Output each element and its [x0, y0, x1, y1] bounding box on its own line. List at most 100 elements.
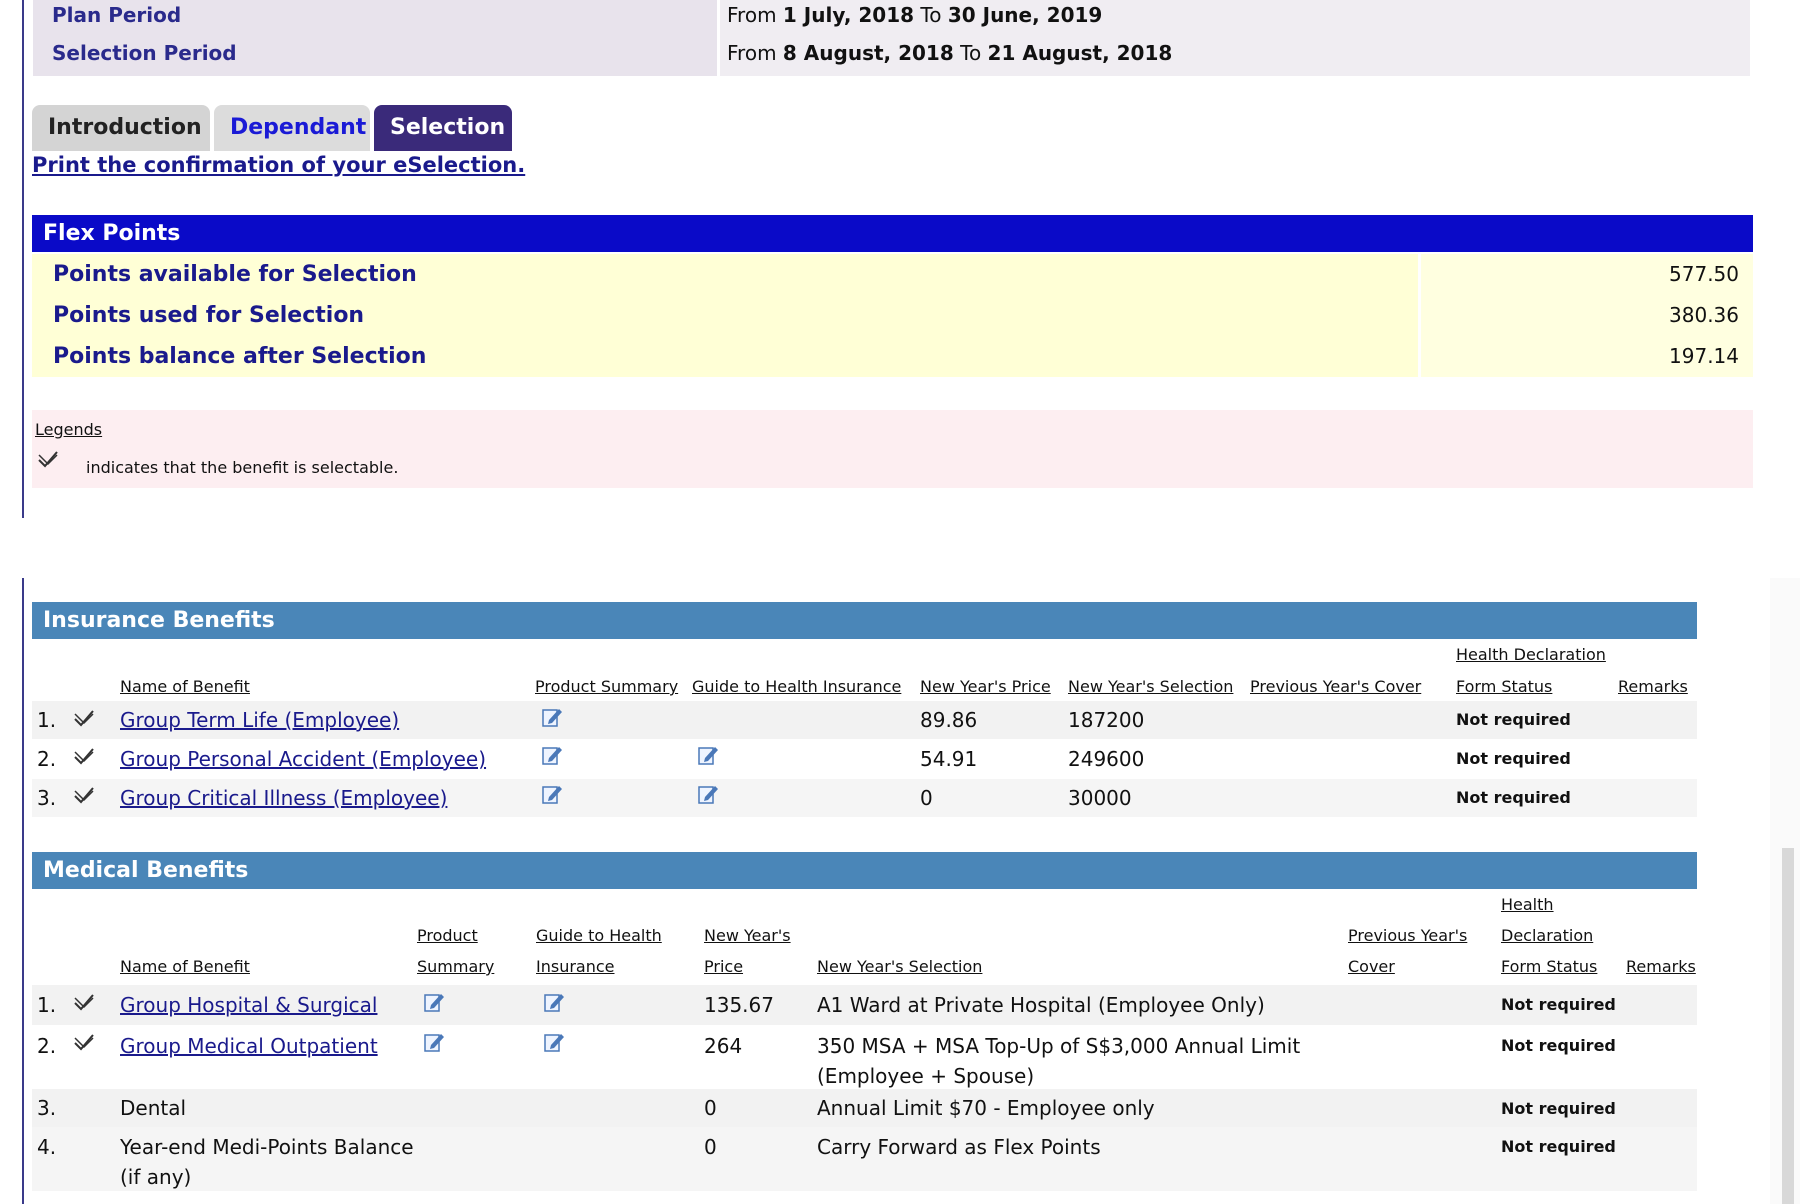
selection-period-value: From 8 August, 2018 To 21 August, 2018: [720, 38, 1750, 76]
selectable-icon: [74, 787, 94, 804]
health-guide-icon[interactable]: [696, 743, 720, 767]
legend-text: indicates that the benefit is selectable…: [86, 458, 399, 477]
med-col-health[interactable]: Health: [1501, 889, 1554, 920]
legend-box: Legends indicates that the benefit is se…: [32, 410, 1753, 488]
med-col-remarks[interactable]: Remarks: [1626, 951, 1696, 982]
selection-from: 8 August, 2018: [782, 41, 954, 65]
selectable-icon: [74, 748, 94, 765]
selection-cell-line-2: (Employee + Spouse): [817, 1064, 1035, 1088]
period-table: Plan Period From 1 July, 2018 To 30 June…: [33, 0, 1750, 76]
health-guide-icon[interactable]: [696, 782, 720, 806]
table-row: 3. Dental 0 Annual Limit $70 - Employee …: [32, 1089, 1697, 1127]
tab-bar: Introduction Dependant Selection: [32, 105, 516, 151]
ins-col-remarks[interactable]: Remarks: [1618, 671, 1688, 702]
ins-col-price[interactable]: New Year's Price: [920, 671, 1051, 702]
selection-to: 21 August, 2018: [987, 41, 1173, 65]
benefit-link[interactable]: Group Medical Outpatient: [120, 1031, 378, 1061]
row-number: 1.: [37, 708, 57, 732]
status-cell: Not required: [1501, 995, 1616, 1014]
ins-col-guide[interactable]: Guide to Health Insurance: [692, 671, 901, 702]
table-row: 1. Group Hospital & Surgical 135.67 A1 W…: [32, 985, 1697, 1025]
med-col-name[interactable]: Name of Benefit: [120, 951, 250, 982]
row-number: 1.: [37, 993, 57, 1017]
points-available-label: Points available for Selection: [32, 254, 1418, 295]
price-cell: 135.67: [704, 993, 774, 1017]
tab-introduction[interactable]: Introduction: [32, 105, 210, 151]
med-col-declaration[interactable]: Declaration: [1501, 920, 1593, 951]
product-summary-icon[interactable]: [422, 1030, 446, 1054]
points-used-row: Points used for Selection 380.36: [32, 295, 1753, 336]
plan-period-value: From 1 July, 2018 To 30 June, 2019: [720, 0, 1750, 38]
health-guide-icon[interactable]: [542, 990, 566, 1014]
status-cell: Not required: [1456, 788, 1571, 807]
med-col-guide[interactable]: Guide to Health: [536, 920, 662, 951]
points-available-row: Points available for Selection 577.50: [32, 254, 1753, 295]
selection-cell: 187200: [1068, 708, 1145, 732]
ins-col-summary[interactable]: Product Summary: [535, 671, 678, 702]
benefit-link[interactable]: Group Hospital & Surgical: [120, 990, 377, 1020]
med-col-summary[interactable]: Product: [417, 920, 478, 951]
selection-cell: 350 MSA + MSA Top-Up of S$3,000 Annual L…: [817, 1034, 1301, 1058]
table-row: 1. Group Term Life (Employee) 89.86 1872…: [32, 701, 1697, 739]
points-used-value: 380.36: [1421, 295, 1753, 336]
med-col-form-status[interactable]: Form Status: [1501, 951, 1597, 982]
plan-period-row: Plan Period From 1 July, 2018 To 30 June…: [33, 0, 1750, 38]
selection-cell: Carry Forward as Flex Points: [817, 1135, 1101, 1159]
medical-benefits-header: Medical Benefits: [32, 852, 1697, 889]
selection-cell: Annual Limit $70 - Employee only: [817, 1096, 1155, 1120]
medical-benefits-table: Health Product Guide to Health New Year'…: [32, 889, 1697, 1204]
left-border-bottom: [22, 578, 24, 1204]
product-summary-icon[interactable]: [422, 990, 446, 1014]
benefit-name: Year-end Medi-Points Balance: [120, 1135, 414, 1159]
tab-selection[interactable]: Selection: [374, 105, 512, 151]
selectable-icon: [74, 994, 94, 1011]
status-cell: Not required: [1456, 749, 1571, 768]
benefit-name: Dental: [120, 1096, 187, 1120]
points-used-label: Points used for Selection: [32, 295, 1418, 336]
price-cell: 0: [920, 786, 933, 810]
price-cell: 54.91: [920, 747, 978, 771]
flex-points-table: Points available for Selection 577.50 Po…: [32, 254, 1753, 377]
selection-period-label: Selection Period: [33, 38, 717, 76]
ins-col-health-decl[interactable]: Health Declaration: [1456, 639, 1606, 670]
med-col-prev[interactable]: Previous Year's: [1348, 920, 1467, 951]
ins-col-prev[interactable]: Previous Year's Cover: [1250, 671, 1421, 702]
ins-col-selection[interactable]: New Year's Selection: [1068, 671, 1233, 702]
health-guide-icon[interactable]: [542, 1030, 566, 1054]
selection-cell: 30000: [1068, 786, 1132, 810]
table-row: 2. Group Medical Outpatient 264 350 MSA …: [32, 1025, 1697, 1089]
selectable-icon: [74, 1034, 94, 1051]
table-row: 2. Group Personal Accident (Employee) 54…: [32, 739, 1697, 779]
med-col-selection[interactable]: New Year's Selection: [817, 951, 982, 982]
tab-dependant[interactable]: Dependant: [214, 105, 370, 151]
med-col-price-2[interactable]: Price: [704, 951, 743, 982]
product-summary-icon[interactable]: [540, 705, 564, 729]
med-col-price[interactable]: New Year's: [704, 920, 791, 951]
product-summary-icon[interactable]: [540, 743, 564, 767]
plan-to: 30 June, 2019: [947, 3, 1103, 27]
ins-col-form-status[interactable]: Form Status: [1456, 671, 1552, 702]
benefit-link[interactable]: Group Critical Illness (Employee): [120, 783, 447, 813]
row-number: 2.: [37, 1034, 57, 1058]
vertical-scrollbar[interactable]: [1770, 578, 1800, 1204]
med-col-prev-2[interactable]: Cover: [1348, 951, 1395, 982]
benefit-link[interactable]: Group Term Life (Employee): [120, 705, 399, 735]
selectable-icon: [38, 451, 58, 468]
status-cell: Not required: [1501, 1099, 1616, 1118]
scrollbar-thumb[interactable]: [1782, 848, 1794, 1204]
points-balance-row: Points balance after Selection 197.14: [32, 336, 1753, 377]
legend-title: Legends: [35, 420, 103, 439]
ins-col-name[interactable]: Name of Benefit: [120, 671, 250, 702]
med-col-guide-2[interactable]: Insurance: [536, 951, 615, 982]
product-summary-icon[interactable]: [540, 782, 564, 806]
price-cell: 264: [704, 1034, 743, 1058]
med-col-summary-2[interactable]: Summary: [417, 951, 494, 982]
row-number: 4.: [37, 1135, 57, 1159]
points-balance-value: 197.14: [1421, 336, 1753, 377]
left-border-top: [22, 0, 24, 518]
row-number: 3.: [37, 786, 57, 810]
row-number: 3.: [37, 1096, 57, 1120]
benefit-link[interactable]: Group Personal Accident (Employee): [120, 744, 486, 774]
plan-period-label: Plan Period: [33, 0, 717, 38]
print-confirmation-link[interactable]: Print the confirmation of your eSelectio…: [32, 153, 525, 177]
